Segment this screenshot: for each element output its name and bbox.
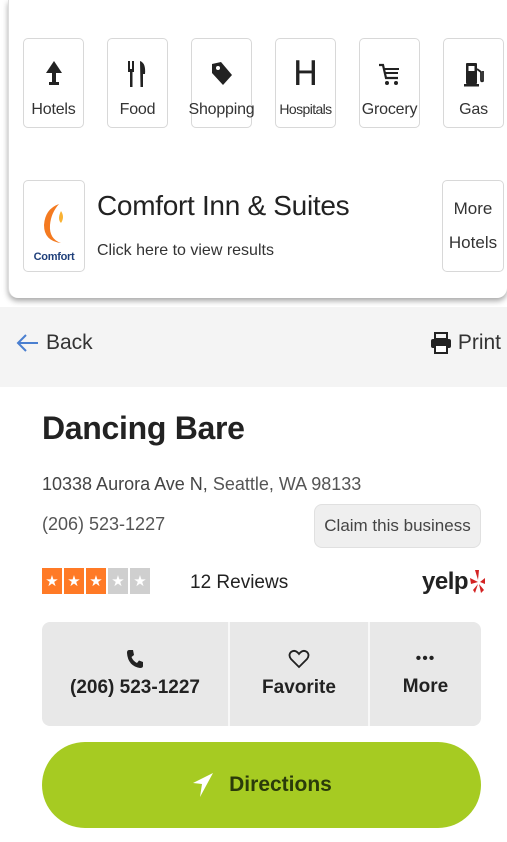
business-name: Dancing Bare <box>42 410 245 446</box>
call-label: (206) 523-1227 <box>70 677 200 698</box>
address-city: Seattle, WA 98133 <box>212 474 362 494</box>
arrow-left-icon <box>16 334 38 352</box>
star-icon: ★ <box>86 568 106 594</box>
back-button[interactable]: Back <box>16 331 93 355</box>
favorite-label: Favorite <box>262 677 336 698</box>
more-hotels-line1: More <box>453 199 493 218</box>
category-row: Hotels Food Shopping H Hospitals Grocery <box>23 38 504 128</box>
business-address: 10338 Aurora Ave N, Seattle, WA 98133 <box>42 474 361 495</box>
promo-subtitle[interactable]: Click here to view results <box>97 242 274 260</box>
directions-label: Directions <box>229 773 332 796</box>
yelp-burst-icon <box>470 570 486 593</box>
category-hospitals[interactable]: H Hospitals <box>275 38 336 128</box>
business-phone[interactable]: (206) 523-1227 <box>42 514 165 535</box>
gas-pump-icon <box>462 51 486 97</box>
category-label: Food <box>119 101 156 118</box>
star-icon: ★ <box>130 568 150 594</box>
yelp-wordmark: yelp <box>422 568 469 595</box>
promo-title[interactable]: Comfort Inn & Suites <box>97 190 350 222</box>
category-shopping[interactable]: Shopping <box>188 38 255 128</box>
category-grocery[interactable]: Grocery <box>359 38 420 128</box>
comfort-logo[interactable]: Comfort <box>23 180 85 272</box>
star-icon: ★ <box>64 568 84 594</box>
comfort-flame-icon <box>44 204 63 243</box>
heart-icon <box>288 649 310 669</box>
tag-icon <box>209 51 235 97</box>
hotel-icon <box>43 51 65 97</box>
hospital-icon: H <box>292 54 319 94</box>
star-icon: ★ <box>108 568 128 594</box>
cart-icon <box>377 51 403 97</box>
more-hotels-line2: Hotels <box>448 233 498 252</box>
action-bar: (206) 523-1227 Favorite ••• More <box>42 622 481 726</box>
comfort-brand-label: Comfort <box>33 251 75 263</box>
reviews-count[interactable]: 12 Reviews <box>190 572 288 594</box>
claim-business-button[interactable]: Claim this business <box>314 504 481 548</box>
print-label: Print <box>457 331 501 354</box>
star-icon: ★ <box>42 568 62 594</box>
directions-button[interactable]: Directions <box>42 742 481 828</box>
category-label: Hotels <box>31 101 76 118</box>
printer-icon <box>430 332 451 354</box>
favorite-button[interactable]: Favorite <box>228 622 368 726</box>
print-button[interactable]: Print <box>430 331 501 355</box>
category-hotels[interactable]: Hotels <box>23 38 84 128</box>
star-rating: ★ ★ ★ ★ ★ <box>42 568 150 594</box>
category-food[interactable]: Food <box>107 38 168 128</box>
back-label: Back <box>46 331 93 354</box>
category-label: Hospitals <box>279 101 332 117</box>
address-street: 10338 Aurora Ave N, <box>42 474 208 494</box>
category-gas[interactable]: Gas <box>443 38 504 128</box>
more-hotels-button[interactable]: More Hotels <box>442 180 504 272</box>
more-label: More <box>402 676 449 697</box>
category-label: Gas <box>459 101 488 118</box>
more-button[interactable]: ••• More <box>368 622 481 726</box>
phone-icon <box>127 650 143 668</box>
navigation-arrow-icon <box>193 773 214 797</box>
category-label: Shopping <box>188 101 255 118</box>
yelp-logo[interactable]: yelp <box>422 568 486 596</box>
category-label: Grocery <box>361 101 418 118</box>
call-button[interactable]: (206) 523-1227 <box>42 622 228 726</box>
nav-bar: Back Print <box>0 307 507 387</box>
more-dots-icon: ••• <box>415 650 436 667</box>
category-card: Hotels Food Shopping H Hospitals Grocery <box>8 0 507 298</box>
fork-knife-icon <box>126 51 150 97</box>
